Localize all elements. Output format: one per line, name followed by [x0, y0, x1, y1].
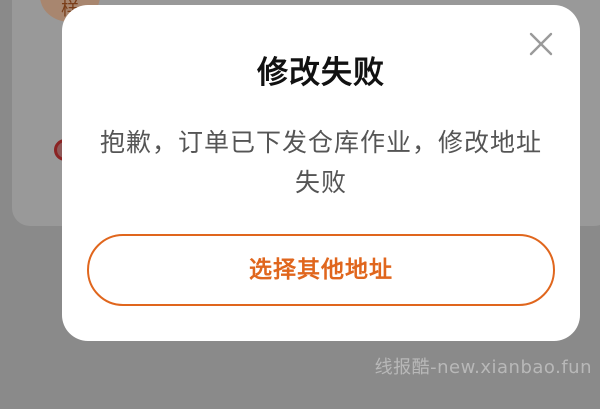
watermark: 线报酷-new.xianbao.fun	[374, 357, 592, 378]
screen: 样 修改失败 抱歉，订单已下发仓库作业，修改地址失败 选择其他地址 线报酷-ne…	[0, 0, 600, 409]
close-icon[interactable]	[528, 31, 554, 57]
choose-other-address-button[interactable]: 选择其他地址	[87, 234, 555, 306]
error-dialog: 修改失败 抱歉，订单已下发仓库作业，修改地址失败 选择其他地址	[62, 5, 580, 341]
dialog-title: 修改失败	[257, 55, 385, 91]
dialog-message: 抱歉，订单已下发仓库作业，修改地址失败	[99, 128, 542, 197]
